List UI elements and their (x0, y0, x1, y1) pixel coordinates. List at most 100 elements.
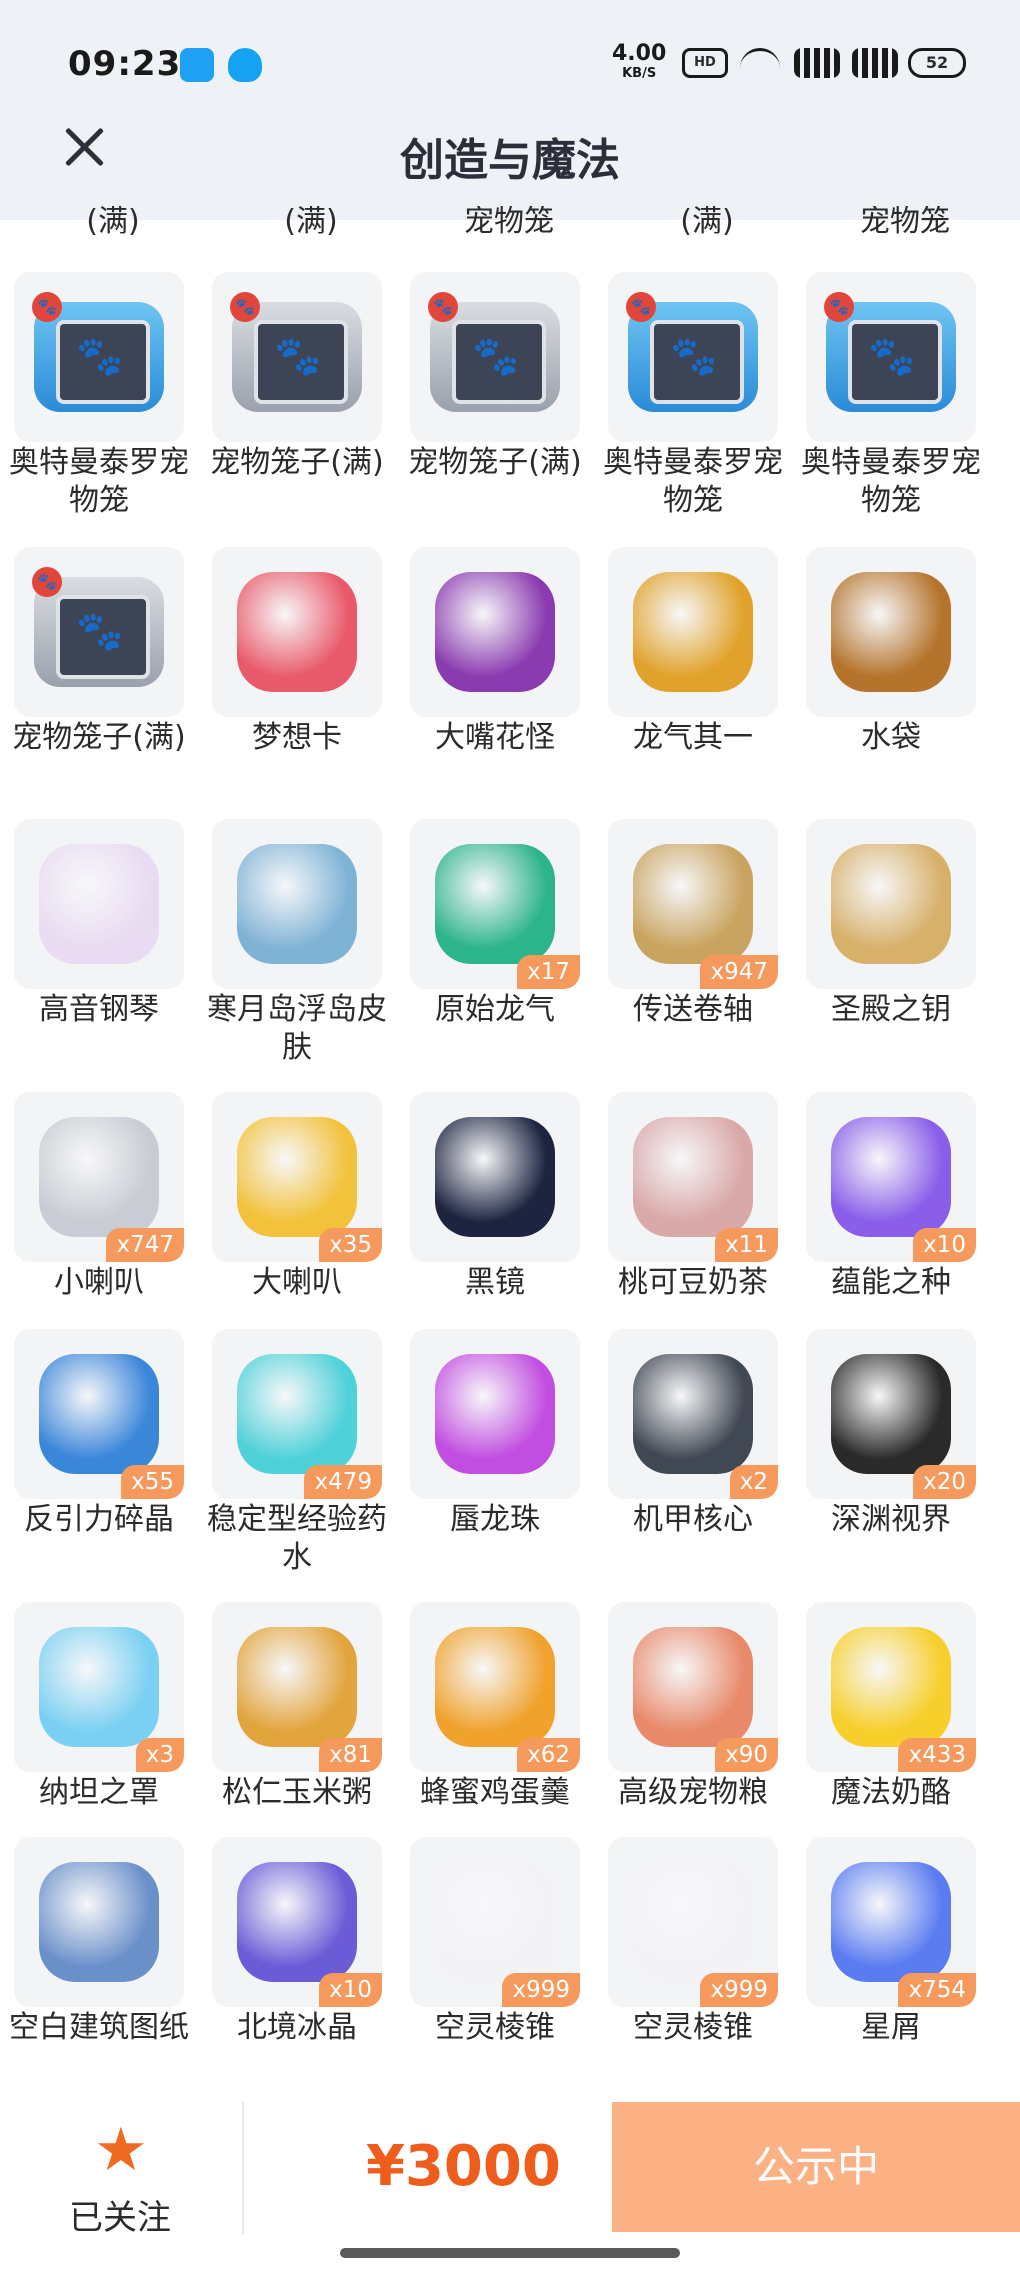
corn-porridge-icon (237, 1627, 357, 1747)
item-tile (608, 547, 778, 717)
floating-island-icon (237, 844, 357, 964)
item-name: 机甲核心 (633, 1502, 753, 1537)
item-name: 小喇叭 (54, 1265, 144, 1300)
item-count-badge: x747 (106, 1228, 184, 1262)
item-count-badge: x754 (898, 1973, 976, 2007)
item-name: 桃可豆奶茶 (618, 1265, 768, 1300)
partial-label: (满) (680, 206, 734, 239)
page-title: 创造与魔法 (400, 135, 620, 186)
item-name: 奥特曼泰罗宠物笼 (801, 445, 981, 518)
item-name: 原始龙气 (435, 992, 555, 1027)
pet-cage-grey-icon: 🐾 🐾 (14, 547, 184, 717)
item-tile: x754 (806, 1837, 976, 2007)
item-count-badge: x55 (121, 1465, 184, 1499)
status-bar: 09:23 4.00 KB/S HD 52 (0, 0, 1020, 120)
public-notice-button[interactable]: 公示中 (612, 2102, 1020, 2232)
item-tile: x999 (608, 1837, 778, 2007)
item-tile (806, 547, 976, 717)
small-megaphone-icon (39, 1117, 159, 1237)
partial-row: (满) (满) 宠物笼 (满) 宠物笼 (0, 206, 1020, 242)
signal-icon (794, 48, 840, 78)
item-tile: x81 (212, 1602, 382, 1772)
big-mouth-flower-icon (435, 572, 555, 692)
item-name: 高级宠物粮 (618, 1775, 768, 1810)
item-name: 纳坦之罩 (39, 1775, 159, 1810)
item-name: 空灵棱锥 (435, 2010, 555, 2045)
item-tile: 🐾 🐾 (410, 272, 580, 442)
item-name: 松仁玉米粥 (222, 1775, 372, 1810)
item-name: 深渊视界 (831, 1502, 951, 1537)
price: ¥3000 (366, 2134, 561, 2199)
battery-icon: 52 (908, 48, 966, 78)
pet-cage-grey-icon: 🐾 🐾 (212, 272, 382, 442)
item-name: 反引力碎晶 (24, 1502, 174, 1537)
item-tile: x999 (410, 1837, 580, 2007)
purple-crystal-icon (831, 1117, 951, 1237)
item-count-badge: x90 (715, 1738, 778, 1772)
item-tile: x433 (806, 1602, 976, 1772)
teleport-scroll-icon (633, 844, 753, 964)
item-tile: x62 (410, 1602, 580, 1772)
item-tile: x10 (806, 1092, 976, 1262)
egg-custard-icon (435, 1627, 555, 1747)
pet-food-bag-icon (633, 1627, 753, 1747)
item-name: 圣殿之钥 (831, 992, 951, 1027)
item-name: 宠物笼子(满) (408, 445, 582, 480)
item-tile: x17 (410, 819, 580, 989)
item-count-badge: x20 (913, 1465, 976, 1499)
item-name: 传送卷轴 (633, 992, 753, 1027)
partial-label: 宠物笼 (464, 206, 554, 239)
item-name: 稳定型经验药水 (207, 1502, 387, 1575)
item-name: 北境冰晶 (237, 2010, 357, 2045)
follow-button[interactable]: ★ 已关注 (40, 2120, 200, 2240)
green-crystal-icon (435, 844, 555, 964)
item-name: 魔法奶酪 (831, 1775, 951, 1810)
cheese-icon (831, 1627, 951, 1747)
network-speed: 4.00 KB/S (612, 41, 667, 84)
item-tile: x2 (608, 1329, 778, 1499)
follow-label: 已关注 (69, 2198, 171, 2238)
item-name: 龙气其一 (633, 720, 753, 755)
item-count-badge: x17 (517, 955, 580, 989)
item-name: 空灵棱锥 (633, 2010, 753, 2045)
pet-cage-grey-icon: 🐾 🐾 (410, 272, 580, 442)
item-tile: x947 (608, 819, 778, 989)
item-tile (410, 1092, 580, 1262)
temple-key-icon (831, 844, 951, 964)
milk-tea-icon (633, 1117, 753, 1237)
dragon-qi-icon (633, 572, 753, 692)
clock: 09:23 (68, 44, 182, 84)
item-tile (806, 819, 976, 989)
item-count-badge: x999 (700, 1973, 778, 2007)
item-tile: x10 (212, 1837, 382, 2007)
item-tile: x90 (608, 1602, 778, 1772)
star-dust-icon (831, 1862, 951, 1982)
blueprint-icon (39, 1862, 159, 1982)
partial-label: 宠物笼 (860, 206, 950, 239)
star-icon: ★ (94, 2115, 148, 2185)
exp-potion-icon (237, 1354, 357, 1474)
item-tile: 🐾 🐾 (14, 272, 184, 442)
item-count-badge: x11 (715, 1228, 778, 1262)
network-speed-value: 4.00 (612, 41, 667, 66)
item-count-badge: x433 (898, 1738, 976, 1772)
big-megaphone-icon (237, 1117, 357, 1237)
item-count-badge: x479 (304, 1465, 382, 1499)
item-name: 空白建筑图纸 (9, 2010, 189, 2045)
home-indicator[interactable] (340, 2248, 680, 2258)
anti-gravity-crystal-icon (39, 1354, 159, 1474)
item-tile (14, 819, 184, 989)
ice-crystal-icon (237, 1862, 357, 1982)
item-tile: x3 (14, 1602, 184, 1772)
item-name: 蜂蜜鸡蛋羹 (420, 1775, 570, 1810)
item-count-badge: x947 (700, 955, 778, 989)
item-name: 高音钢琴 (39, 992, 159, 1027)
qq-notification-icon (228, 48, 262, 82)
wifi-icon (740, 48, 780, 78)
mech-core-icon (633, 1354, 753, 1474)
dream-card-icon (237, 572, 357, 692)
item-count-badge: x35 (319, 1228, 382, 1262)
item-tile: x479 (212, 1329, 382, 1499)
item-count-badge: x62 (517, 1738, 580, 1772)
item-tile: 🐾 🐾 (212, 272, 382, 442)
